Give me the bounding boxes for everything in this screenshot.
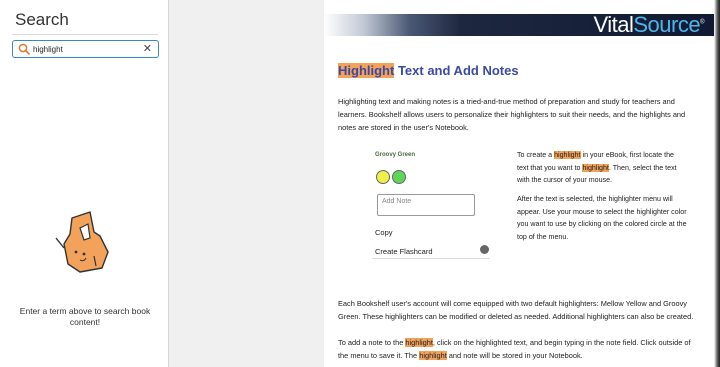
- sidebar-title: Search: [15, 10, 69, 29]
- intro-paragraph: Highlighting text and making notes is a …: [338, 97, 686, 132]
- page-heading: Highlight Text and Add Notes: [338, 63, 519, 78]
- empty-search-message: Enter a term above to search book conten…: [19, 306, 151, 327]
- highlighter-menu-image: Groovy Green Add Note Copy Create Flashc…: [372, 148, 490, 262]
- vitalsource-banner: VitalSource®: [324, 12, 714, 37]
- highlighter-name: Groovy Green: [375, 152, 416, 158]
- vitalsource-logo: VitalSource®: [593, 12, 704, 37]
- clear-search-button[interactable]: ✕: [143, 42, 152, 56]
- create-flashcard-menu-item: Create Flashcard: [375, 247, 433, 256]
- paragraph-add-note: To add a note to the highlight, click on…: [338, 338, 691, 360]
- side-paragraph-2: After the text is selected, the highligh…: [517, 195, 687, 241]
- paragraph-highlighters: Each Bookshelf user's account will come …: [338, 299, 694, 321]
- search-sidebar: Search ✕ Enter a term above to search bo…: [0, 0, 169, 367]
- copy-menu-item: Copy: [375, 228, 393, 237]
- divider: [12, 34, 158, 35]
- search-icon: [18, 43, 30, 55]
- search-input[interactable]: [33, 42, 133, 56]
- page-edge-shadow: [714, 0, 720, 367]
- search-box[interactable]: ✕: [12, 40, 159, 58]
- add-note-field: Add Note: [377, 194, 475, 216]
- side-paragraph-1: To create a highlight in your eBook, fir…: [517, 151, 677, 184]
- green-swatch: [392, 170, 406, 184]
- yellow-swatch: [376, 170, 390, 184]
- ebook-page: VitalSource® Highlight Text and Add Note…: [324, 0, 720, 367]
- plus-icon: [480, 245, 489, 254]
- divider: [372, 258, 490, 259]
- book-mascot-illustration: [55, 211, 109, 273]
- highlighted-text[interactable]: Highlight: [338, 63, 395, 78]
